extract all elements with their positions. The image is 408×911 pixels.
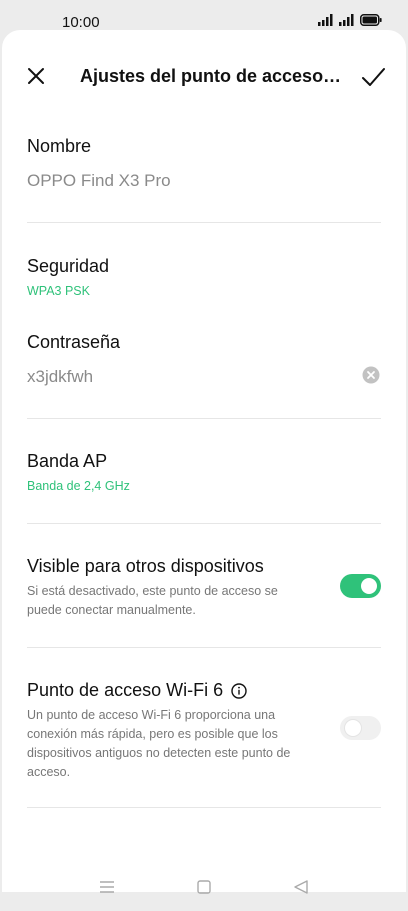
security-value[interactable]: WPA3 PSK	[27, 284, 90, 298]
wifi6-desc-line: conexión más rápida, pero es posible que…	[27, 727, 278, 741]
toggle-knob	[345, 720, 361, 736]
signal-icon	[318, 14, 333, 26]
top-app-bar: Ajustes del punto de acceso…	[2, 30, 406, 122]
visible-desc-line: puede conectar manualmente.	[27, 603, 196, 617]
divider	[27, 222, 381, 223]
page-title: Ajustes del punto de acceso…	[80, 66, 340, 86]
band-label[interactable]: Banda AP	[27, 451, 107, 472]
status-icons	[318, 14, 382, 26]
settings-sheet: Ajustes del punto de acceso… Nombre OPPO…	[2, 30, 406, 892]
wifi6-description: Un punto de acceso Wi-Fi 6 proporciona u…	[27, 706, 290, 782]
password-field[interactable]: x3jdkfwh	[27, 367, 93, 387]
divider	[27, 647, 381, 648]
toggle-knob	[361, 578, 377, 594]
wifi6-label: Punto de acceso Wi-Fi 6	[27, 680, 224, 700]
divider	[27, 807, 381, 808]
divider	[27, 523, 381, 524]
name-field[interactable]: OPPO Find X3 Pro	[27, 171, 171, 191]
visible-toggle[interactable]	[340, 574, 381, 598]
home-icon[interactable]	[194, 878, 214, 896]
wifi6-desc-line: acceso.	[27, 765, 71, 779]
wifi6-label-row: Punto de acceso Wi-Fi 6	[27, 680, 247, 701]
signal-icon-2	[339, 14, 354, 26]
name-label: Nombre	[27, 136, 92, 156]
security-label[interactable]: Seguridad	[27, 256, 109, 277]
clear-icon[interactable]	[362, 366, 380, 384]
checkmark-icon[interactable]	[360, 64, 386, 90]
wifi6-toggle[interactable]	[340, 716, 381, 740]
band-value[interactable]: Banda de 2,4 GHz	[27, 479, 130, 493]
password-label: Contraseña	[27, 332, 121, 352]
close-icon[interactable]	[24, 64, 48, 88]
visible-description: Si está desactivado, este punto de acces…	[27, 582, 278, 620]
system-nav-bar	[0, 866, 408, 906]
info-icon[interactable]	[231, 682, 247, 699]
wifi6-desc-line: dispositivos antiguos no detecten este p…	[27, 746, 291, 760]
menu-icon[interactable]	[97, 878, 117, 896]
battery-icon	[360, 14, 382, 26]
visible-desc-line: Si está desactivado, este punto de acces…	[27, 584, 278, 598]
wifi6-desc-line: Un punto de acceso Wi-Fi 6 proporciona u…	[27, 708, 276, 722]
divider	[27, 418, 381, 419]
back-icon[interactable]	[291, 878, 311, 896]
visible-label: Visible para otros dispositivos	[27, 556, 264, 576]
status-time: 10:00	[62, 14, 100, 31]
